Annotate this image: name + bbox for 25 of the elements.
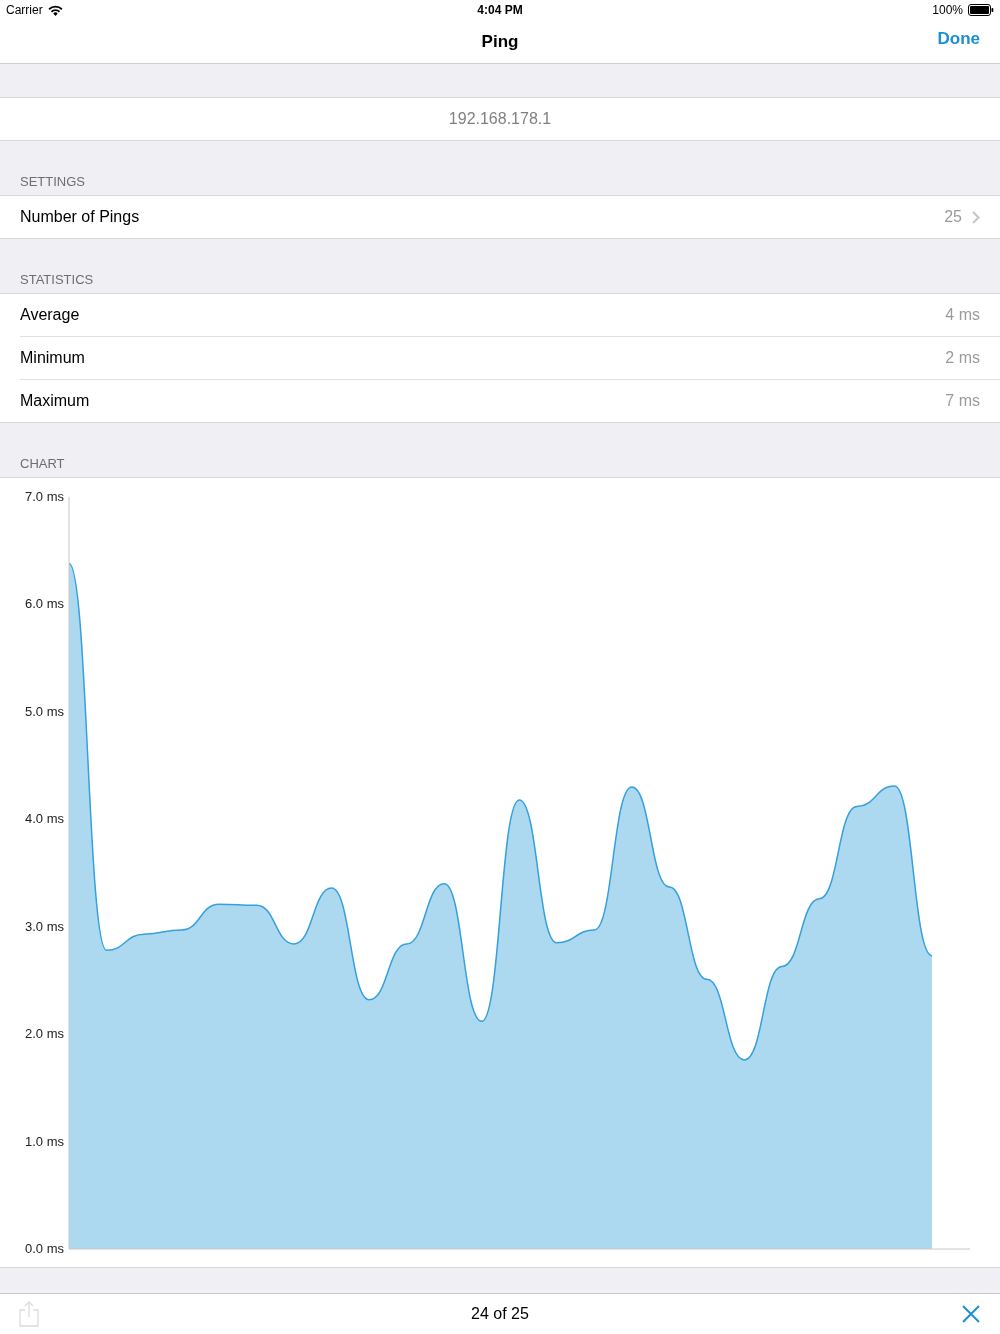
done-button[interactable]: Done: [937, 29, 980, 49]
axis-tick-label: 7.0 ms: [25, 489, 64, 504]
statistic-row: Minimum 2 ms: [20, 337, 1000, 380]
axis-tick-label: 5.0 ms: [25, 703, 64, 719]
host-field[interactable]: 192.168.178.1: [0, 97, 1000, 141]
battery-icon: [968, 4, 994, 16]
clock-label: 4:04 PM: [477, 3, 523, 17]
axis-tick-label: 2.0 ms: [25, 1026, 64, 1042]
axis-tick-label: 4.0 ms: [25, 811, 64, 827]
axis-tick-label: 3.0 ms: [25, 918, 64, 934]
section-header: SETTINGS: [20, 174, 85, 189]
axis-tick-label: 1.0 ms: [25, 1133, 64, 1149]
carrier-label: Carrier: [6, 3, 43, 17]
nav-title: Ping: [481, 31, 519, 52]
status-label: 24 of 25: [471, 1305, 529, 1323]
section-header: CHART: [20, 456, 65, 471]
chevron-icon: [972, 210, 980, 224]
section-header: STATISTICS: [20, 272, 94, 287]
close-icon[interactable]: [962, 1305, 980, 1323]
wifi-icon: [47, 4, 63, 16]
statistic-row-text: Maximum 7 ms: [20, 391, 981, 411]
axis-tick-label: 0.0 ms: [25, 1241, 64, 1256]
axis-tick-label: 6.0 ms: [25, 596, 64, 612]
statistic-row: Average 4 ms: [20, 294, 1000, 337]
battery-label: 100%: [932, 3, 963, 17]
